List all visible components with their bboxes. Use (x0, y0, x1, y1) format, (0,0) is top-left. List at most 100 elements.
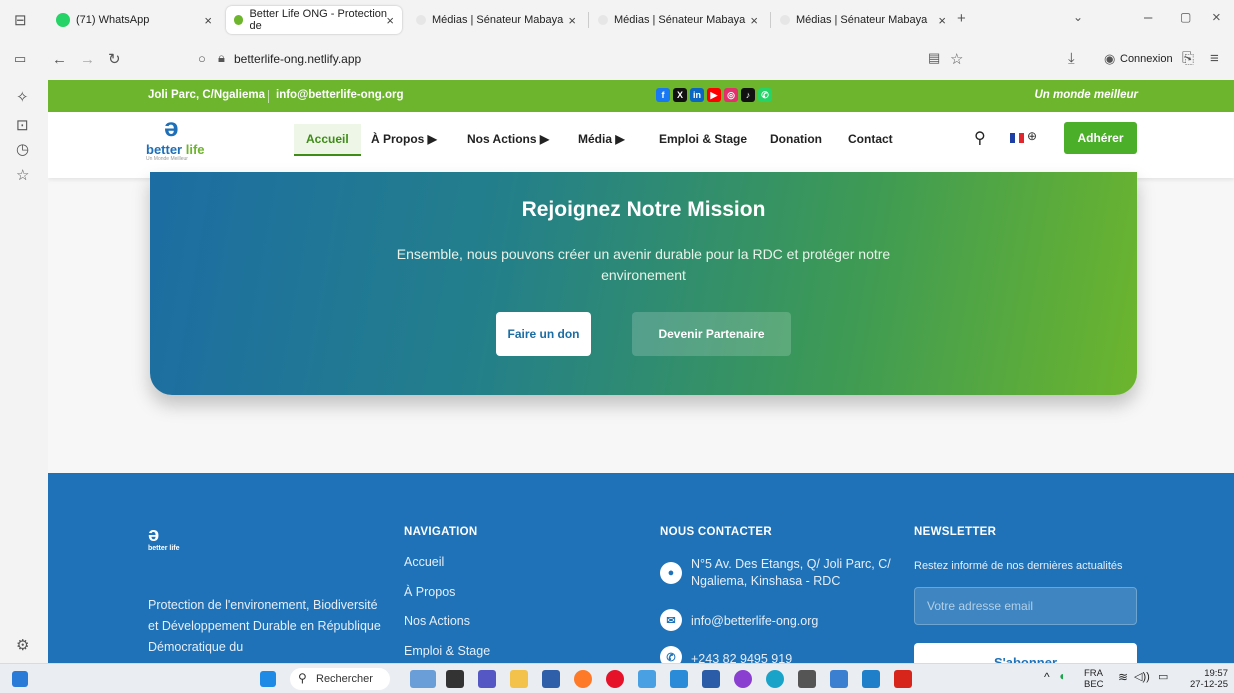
x-icon[interactable]: X (673, 88, 687, 102)
tab-medias-1[interactable]: Médias | Sénateur Mabaya × (408, 6, 584, 34)
footer-contact-title: NOUS CONTACTER (660, 526, 772, 538)
teams-icon[interactable] (478, 670, 496, 688)
tab-list-chevron-down-icon[interactable]: ⌄ (1073, 10, 1083, 24)
nav-about[interactable]: À Propos ▶ (371, 132, 437, 146)
youtube-icon[interactable]: ▶ (707, 88, 721, 102)
opera-icon[interactable] (606, 670, 624, 688)
close-tab-icon[interactable]: × (204, 13, 212, 28)
site-footer: ǝ better life Protection de l'environeme… (48, 473, 1234, 663)
subscribe-button[interactable]: S'abonner (914, 643, 1137, 663)
tray-chevron-icon[interactable]: ^ (1044, 671, 1050, 683)
close-tab-icon[interactable]: × (938, 13, 946, 28)
calculator-icon[interactable] (798, 670, 816, 688)
app-square-icon[interactable] (862, 670, 880, 688)
file-explorer-icon[interactable] (510, 670, 528, 688)
wifi-icon[interactable]: ≋ (1118, 671, 1128, 683)
shield-icon[interactable]: ○ (198, 51, 206, 66)
menu-icon[interactable]: ≡ (1210, 50, 1219, 67)
topbar-email-link[interactable]: info@betterlife-ong.org (276, 89, 403, 101)
app-icon[interactable] (638, 670, 656, 688)
tab-whatsapp[interactable]: (71) WhatsApp × (48, 6, 220, 34)
clock[interactable]: 19:57 27-12-25 (1188, 668, 1228, 690)
french-flag-icon[interactable] (1010, 133, 1025, 143)
nav-home[interactable]: Accueil (294, 124, 361, 156)
vscode-icon[interactable] (670, 670, 688, 688)
maximize-icon[interactable]: ▢ (1180, 10, 1191, 24)
ai-sparkle-icon[interactable]: ✧ (16, 88, 29, 106)
page-favicon-icon (416, 15, 426, 25)
reader-view-icon[interactable]: ▤ (928, 50, 940, 66)
sidebar-toggle-icon[interactable]: ▭ (14, 51, 26, 67)
forward-arrow-icon[interactable]: → (80, 51, 95, 68)
download-icon[interactable]: ⤓ (1068, 50, 1075, 67)
firefox-icon[interactable] (574, 670, 592, 688)
tab-overview-icon[interactable]: ⊟ (14, 11, 27, 29)
history-clock-icon[interactable]: ◷ (16, 140, 29, 158)
reload-icon[interactable]: ↻ (108, 50, 121, 68)
footer-link-jobs[interactable]: Emploi & Stage (404, 644, 490, 658)
tab-better-life[interactable]: Better Life ONG - Protection de × (226, 6, 402, 34)
edge-icon[interactable] (766, 670, 784, 688)
address-bar-row: ▭ ← → ↻ ○ 🔒︎ ▤ ☆ ⤓ ◉ Connexion ⎘ ≡ (0, 40, 1234, 80)
instagram-icon[interactable]: ◎ (724, 88, 738, 102)
globe-icon[interactable]: ⊕ (1027, 129, 1037, 143)
photos-icon[interactable] (830, 670, 848, 688)
tab-medias-2[interactable]: Médias | Sénateur Mabaya × (590, 6, 766, 34)
task-view-icon[interactable] (446, 670, 464, 688)
newsletter-email-input[interactable] (914, 587, 1137, 625)
footer-logo[interactable]: ǝ better life (148, 525, 188, 565)
synced-tabs-icon[interactable]: ⊡ (16, 116, 29, 134)
battery-icon[interactable]: ▭ (1158, 672, 1168, 683)
lock-icon[interactable]: 🔒︎ (218, 50, 225, 66)
bookmark-star-icon[interactable]: ☆ (950, 50, 963, 68)
close-tab-icon[interactable]: × (386, 13, 394, 28)
bookmarks-star-icon[interactable]: ☆ (16, 166, 29, 184)
facebook-icon[interactable]: f (656, 88, 670, 102)
contact-email-link[interactable]: info@betterlife-ong.org (691, 613, 818, 630)
browser-sidebar: ✧ ⊡ ◷ ☆ ⚙ (0, 80, 48, 663)
volume-icon[interactable]: ◁)) (1134, 672, 1150, 683)
nav-contact[interactable]: Contact (848, 132, 893, 146)
page-favicon-icon (780, 15, 790, 25)
windows-start-icon[interactable] (260, 671, 276, 687)
donate-button[interactable]: Faire un don (496, 312, 591, 356)
nav-jobs[interactable]: Emploi & Stage (659, 132, 747, 146)
close-tab-icon[interactable]: × (750, 13, 758, 28)
minimize-icon[interactable]: – (1144, 9, 1152, 26)
site-logo[interactable]: ǝ better life Un Monde Meilleur (146, 114, 206, 164)
contact-address: N°5 Av. Des Etangs, Q/ Joli Parc, C/ Nga… (691, 557, 891, 588)
footer-link-home[interactable]: Accueil (404, 555, 444, 569)
account-icon[interactable]: ◉ (1104, 51, 1115, 67)
nav-donation[interactable]: Donation (770, 132, 822, 146)
weather-icon[interactable] (410, 670, 436, 688)
word-icon[interactable] (702, 670, 720, 688)
language-indicator[interactable]: FRA BEC (1084, 668, 1104, 690)
share-icon[interactable]: ⎘ (1182, 50, 1194, 67)
back-arrow-icon[interactable]: ← (52, 51, 67, 68)
connexion-label[interactable]: Connexion (1120, 53, 1173, 65)
tiktok-icon[interactable]: ♪ (741, 88, 755, 102)
partner-button[interactable]: Devenir Partenaire (632, 312, 791, 356)
search-icon[interactable]: ⚲ (974, 128, 986, 148)
tray-app-icon[interactable]: ◖ (1058, 670, 1065, 682)
settings-gear-icon[interactable]: ⚙ (16, 636, 29, 654)
store-icon[interactable] (542, 670, 560, 688)
url-field[interactable]: betterlife-ong.netlify.app (234, 52, 361, 66)
close-window-icon[interactable]: × (1212, 9, 1221, 26)
nav-media[interactable]: Média ▶ (578, 132, 625, 146)
new-tab-icon[interactable]: + (957, 10, 966, 27)
footer-newsletter-title: NEWSLETTER (914, 526, 997, 538)
footer-link-about[interactable]: À Propos (404, 585, 455, 599)
widgets-icon[interactable] (12, 671, 28, 687)
linkedin-icon[interactable]: in (690, 88, 704, 102)
whatsapp-icon[interactable]: ✆ (758, 88, 772, 102)
acrobat-icon[interactable] (894, 670, 912, 688)
join-button[interactable]: Adhérer (1064, 122, 1137, 154)
nav-actions[interactable]: Nos Actions ▶ (467, 132, 549, 146)
tab-medias-3[interactable]: Médias | Sénateur Mabaya × (772, 6, 950, 34)
taskbar-search[interactable]: ⚲ Rechercher (290, 668, 390, 690)
close-tab-icon[interactable]: × (568, 13, 576, 28)
footer-link-actions[interactable]: Nos Actions (404, 614, 470, 628)
app-circle-icon[interactable] (734, 670, 752, 688)
contact-phone[interactable]: +243 82 9495 919 (691, 651, 792, 663)
